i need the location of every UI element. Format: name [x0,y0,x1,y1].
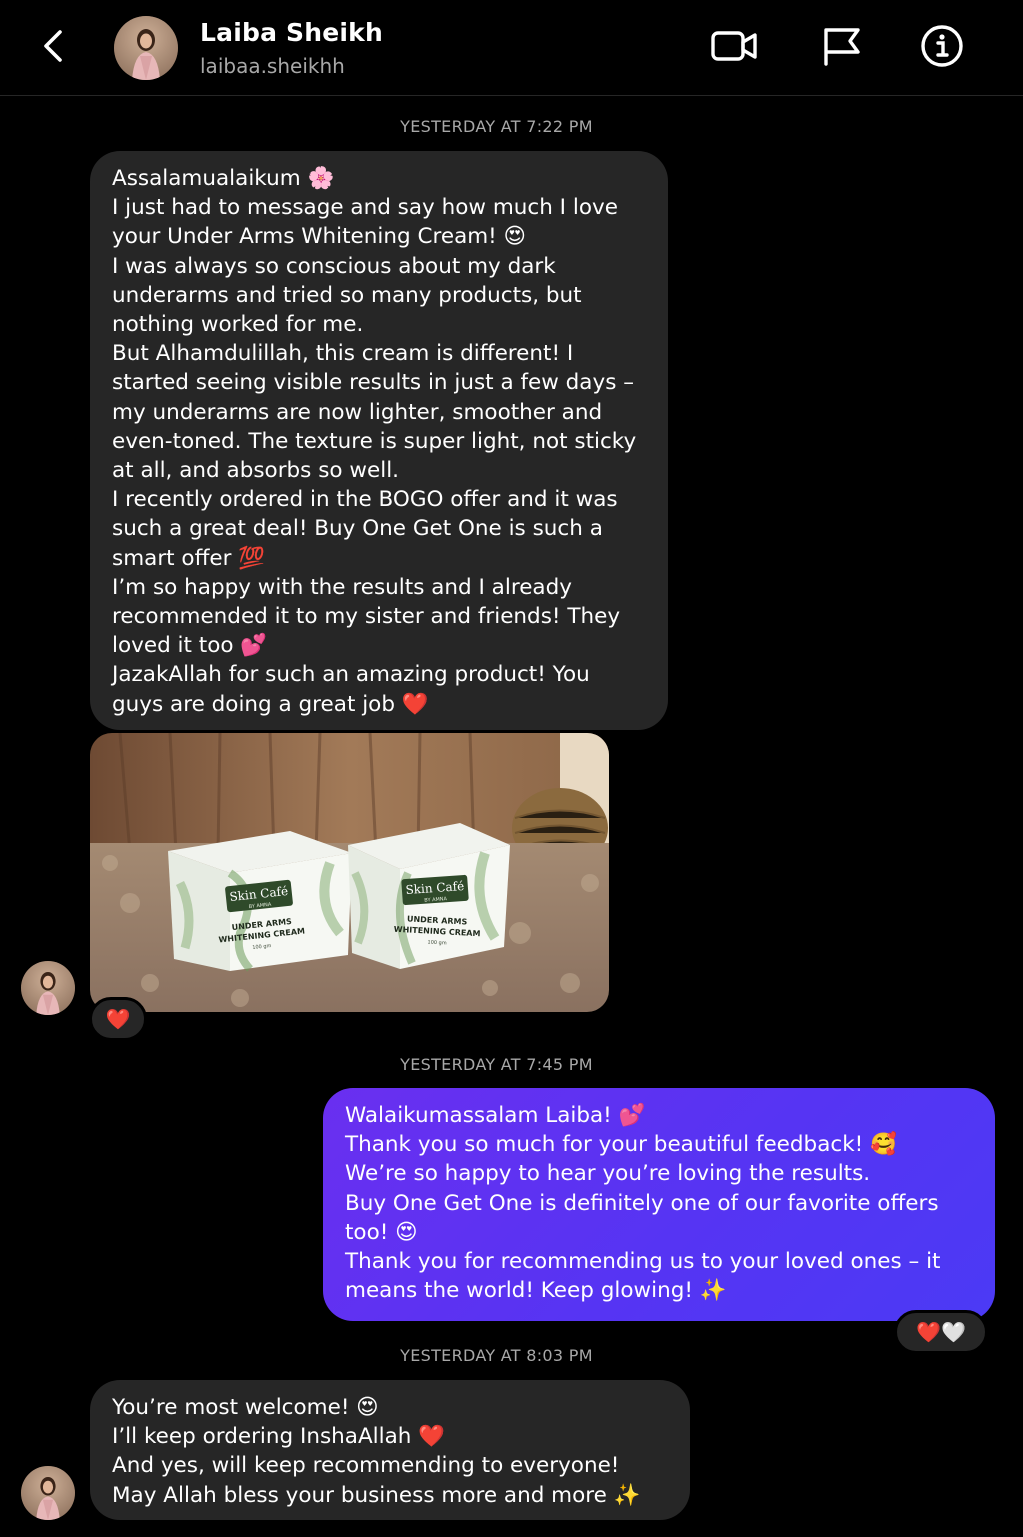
message-timestamp: YESTERDAY AT 7:45 PM [400,1055,593,1074]
chevron-left-icon[interactable] [36,26,76,66]
video-camera-icon[interactable] [710,24,758,68]
chat-header: Laiba Sheikh laibaa.sheikhh [0,0,1023,96]
contact-username[interactable]: laibaa.sheikhh [200,54,345,78]
product-box: Skin Café BY AMNA UNDER ARMS WHITENING C… [348,823,510,969]
message-photo[interactable]: Skin Café BY AMNA UNDER ARMS WHITENING C… [90,733,609,1012]
message-timestamp: YESTERDAY AT 7:22 PM [400,117,593,136]
info-icon[interactable] [918,24,966,68]
avatar[interactable] [21,961,75,1015]
avatar[interactable] [114,16,178,80]
svg-text:100 gm: 100 gm [427,940,447,947]
contact-name[interactable]: Laiba Sheikh [200,18,383,47]
product-box: Skin Café BY AMNA UNDER ARMS WHITENING C… [168,831,352,972]
incoming-message[interactable]: Assalamualaikum 🌸 I just had to message … [90,151,668,730]
avatar[interactable] [21,1466,75,1520]
outgoing-message[interactable]: Walaikumassalam Laiba! 💕 Thank you so mu… [323,1088,995,1321]
incoming-message[interactable]: You’re most welcome! 😍 I’ll keep orderin… [90,1380,690,1520]
flag-icon[interactable] [818,24,866,68]
message-reaction[interactable]: ❤️ [89,997,147,1041]
message-timestamp: YESTERDAY AT 8:03 PM [400,1346,593,1365]
